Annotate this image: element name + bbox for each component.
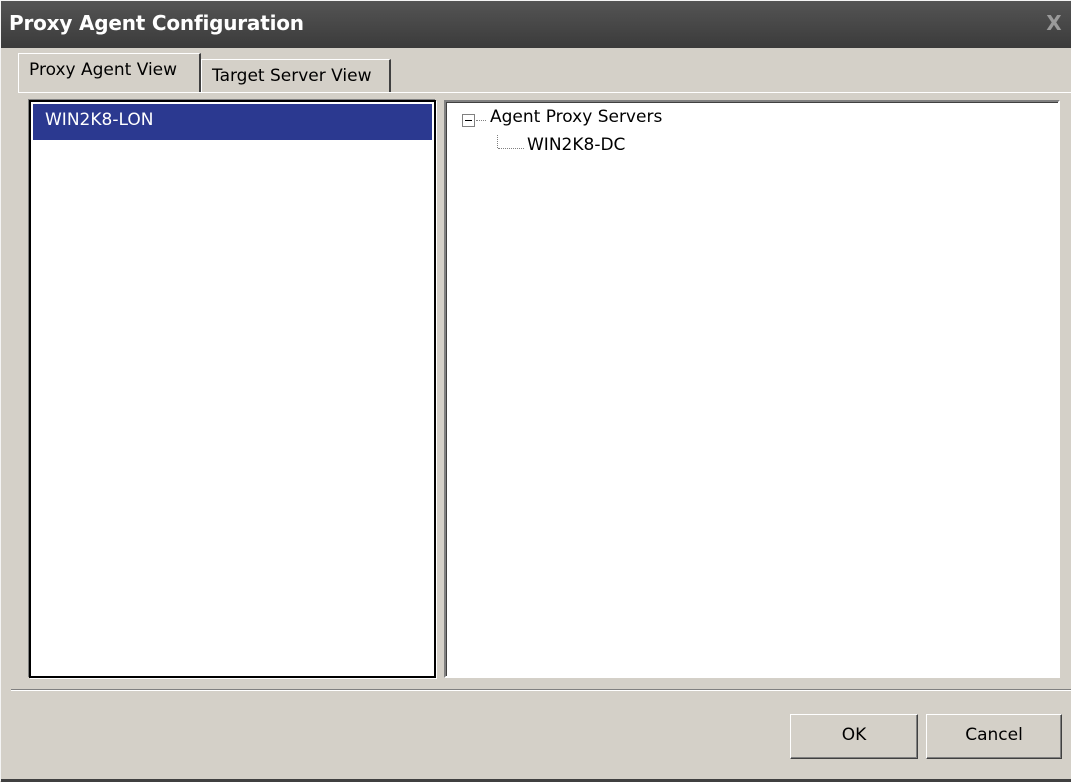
tab-proxy-agent-view[interactable]: Proxy Agent View bbox=[18, 53, 201, 92]
proxy-agent-configuration-dialog: Proxy Agent Configuration X Proxy Agent … bbox=[0, 0, 1071, 782]
title-bar[interactable]: Proxy Agent Configuration X bbox=[1, 1, 1071, 48]
tab-panel bbox=[18, 92, 1071, 688]
separator bbox=[11, 689, 1071, 691]
window-title: Proxy Agent Configuration bbox=[9, 11, 304, 35]
cancel-button[interactable]: Cancel bbox=[926, 714, 1062, 759]
tab-target-server-view[interactable]: Target Server View bbox=[201, 59, 391, 93]
ok-button[interactable]: OK bbox=[790, 714, 918, 759]
close-icon[interactable]: X bbox=[1042, 11, 1066, 35]
